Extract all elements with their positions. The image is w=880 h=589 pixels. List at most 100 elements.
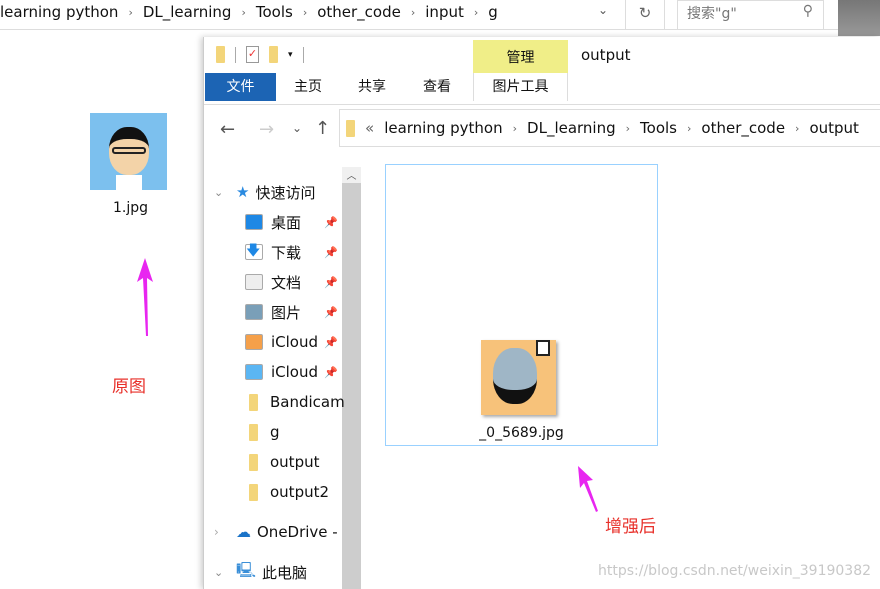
nav-item[interactable]: Bandicam [204, 387, 345, 417]
nav-label: 文档 [271, 273, 302, 292]
overflow-chevron-icon[interactable]: « [365, 119, 374, 137]
nav-label: iCloud [271, 363, 319, 381]
nav-item[interactable]: 桌面 📌 [204, 207, 344, 237]
nav-label: OneDrive - [257, 523, 338, 541]
folder-icon [245, 453, 270, 471]
scroll-up-icon[interactable]: ︿ [342, 167, 361, 183]
breadcrumb-item[interactable]: DL_learning [143, 3, 232, 21]
pin-icon[interactable]: 📌 [324, 216, 338, 229]
breadcrumb-item[interactable]: other_code [317, 3, 401, 21]
window-title: output [581, 46, 631, 64]
expand-chevron-icon[interactable]: ⌄ [214, 566, 236, 579]
nav-label: 桌面 [271, 213, 302, 232]
icloud-photos-icon [245, 334, 271, 350]
nav-item[interactable]: iCloud 📌 [204, 327, 344, 357]
annotation-enhanced: 增强后 [605, 517, 656, 537]
folder-icon[interactable] [216, 46, 225, 63]
breadcrumb-item[interactable]: Tools [640, 119, 677, 137]
breadcrumb-item[interactable]: output [809, 119, 858, 137]
pin-icon[interactable]: 📌 [324, 276, 338, 289]
thumbnail-1-jpg[interactable] [90, 113, 167, 190]
address-bar[interactable]: « learning python › DL_learning › Tools › other… [339, 109, 880, 147]
explorer-window: ✓ ▾ 管理 output 文件 主页 共享 查看 图片工具 ← → ⌄ ↑ «… [203, 37, 880, 589]
nav-item[interactable]: 文档 📌 [204, 267, 344, 297]
properties-icon[interactable]: ✓ [246, 46, 259, 63]
breadcrumb-item[interactable]: DL_learning [527, 119, 616, 137]
breadcrumb-item[interactable]: other_code [701, 119, 785, 137]
nav-item[interactable]: 图片 📌 [204, 297, 344, 327]
nav-item[interactable]: 🡇 下载 📌 [204, 237, 344, 267]
customize-dropdown-icon[interactable]: ▾ [288, 50, 293, 60]
pin-icon[interactable]: 📌 [324, 246, 338, 259]
breadcrumb-separator-icon[interactable]: › [795, 122, 799, 135]
watermark: https://blog.csdn.net/weixin_39190382 [598, 563, 872, 579]
tab-file[interactable]: 文件 [205, 73, 276, 101]
chevron-down-icon[interactable]: ⌄ [598, 3, 608, 17]
thumbnail-enhanced [481, 340, 556, 415]
background-breadcrumb[interactable]: learning python › DL_learning › Tools › other_… [0, 0, 498, 24]
file-item-selected[interactable]: _0_5689.jpg [385, 164, 658, 446]
nav-item[interactable]: g [204, 417, 344, 447]
nav-label: 下载 [271, 243, 302, 262]
breadcrumb-separator-icon[interactable]: › [474, 6, 478, 19]
nav-label: output2 [270, 483, 330, 501]
navigation-pane: ⌄ ★ 快速访问桌面 📌 🡇 下载 📌 文档 📌 图片 📌 iCloud 📌 iCloud 📌 Bandica… [204, 177, 345, 589]
breadcrumb-item[interactable]: input [425, 3, 464, 21]
pin-icon[interactable]: 📌 [324, 366, 338, 379]
arrow-up-left-icon [578, 466, 598, 512]
file-name-1-jpg[interactable]: 1.jpg [113, 200, 148, 216]
tab-share[interactable]: 共享 [340, 73, 404, 101]
arrow-up-icon [137, 258, 153, 336]
expand-chevron-icon[interactable]: ⌄ [214, 186, 236, 199]
up-icon[interactable]: ↑ [315, 118, 330, 139]
back-icon[interactable]: ← [220, 119, 235, 140]
search-input[interactable]: 搜索"g" ⚲ [677, 0, 824, 30]
file-name-enhanced: _0_5689.jpg [479, 425, 564, 441]
nav-item[interactable]: output [204, 447, 344, 477]
breadcrumb-separator-icon[interactable]: › [303, 6, 307, 19]
annotation-original: 原图 [112, 377, 146, 397]
document-icon [245, 274, 271, 290]
nav-quick-access[interactable]: ⌄ ★ 快速访问 [204, 177, 344, 207]
expand-chevron-icon[interactable]: › [214, 525, 236, 539]
breadcrumb-separator-icon[interactable]: › [513, 122, 517, 135]
pin-icon[interactable]: 📌 [324, 336, 338, 349]
breadcrumb-item[interactable]: learning python [384, 119, 502, 137]
refresh-icon[interactable]: ↻ [625, 0, 665, 30]
folder-icon [245, 393, 270, 411]
breadcrumb-item[interactable]: Tools [256, 3, 293, 21]
folder-icon [245, 483, 270, 501]
forward-icon[interactable]: → [259, 119, 274, 140]
folder-icon [346, 119, 355, 137]
breadcrumb-separator-icon[interactable]: › [241, 6, 245, 19]
nav-label: Bandicam [270, 393, 345, 411]
folder-icon [245, 423, 270, 441]
recent-dropdown-icon[interactable]: ⌄ [292, 121, 302, 135]
nav-label: 图片 [271, 303, 302, 322]
download-icon: 🡇 [245, 244, 271, 260]
nav-label: iCloud [271, 333, 319, 351]
breadcrumb-item[interactable]: g [488, 3, 498, 21]
nav-this-pc[interactable]: ⌄ 🖳 此电脑 [204, 557, 344, 587]
search-placeholder: 搜索"g" [687, 6, 737, 22]
nav-label: 快速访问 [255, 183, 316, 202]
search-icon: ⚲ [802, 3, 813, 19]
breadcrumb-item[interactable]: learning python [0, 3, 118, 21]
breadcrumb-separator-icon[interactable]: › [128, 6, 132, 19]
nav-label: g [270, 423, 280, 441]
breadcrumb-separator-icon[interactable]: › [411, 6, 415, 19]
computer-icon: 🖳 [236, 560, 257, 579]
nav-item[interactable]: iCloud 📌 [204, 357, 344, 387]
contextual-tab-manage[interactable]: 管理 [473, 40, 568, 73]
tab-view[interactable]: 查看 [404, 73, 470, 101]
pin-icon[interactable]: 📌 [324, 306, 338, 319]
tab-home[interactable]: 主页 [276, 73, 340, 101]
nav-onedrive[interactable]: › ☁ OneDrive - [204, 517, 344, 547]
breadcrumb-separator-icon[interactable]: › [687, 122, 691, 135]
nav-scrollbar[interactable]: ︿ [342, 167, 361, 589]
new-folder-icon[interactable] [269, 46, 278, 63]
tab-picture-tools[interactable]: 图片工具 [473, 73, 568, 101]
nav-item[interactable]: output2 [204, 477, 344, 507]
breadcrumb-separator-icon[interactable]: › [626, 122, 630, 135]
background-address-bar: learning python › DL_learning › Tools › other_… [0, 0, 838, 30]
